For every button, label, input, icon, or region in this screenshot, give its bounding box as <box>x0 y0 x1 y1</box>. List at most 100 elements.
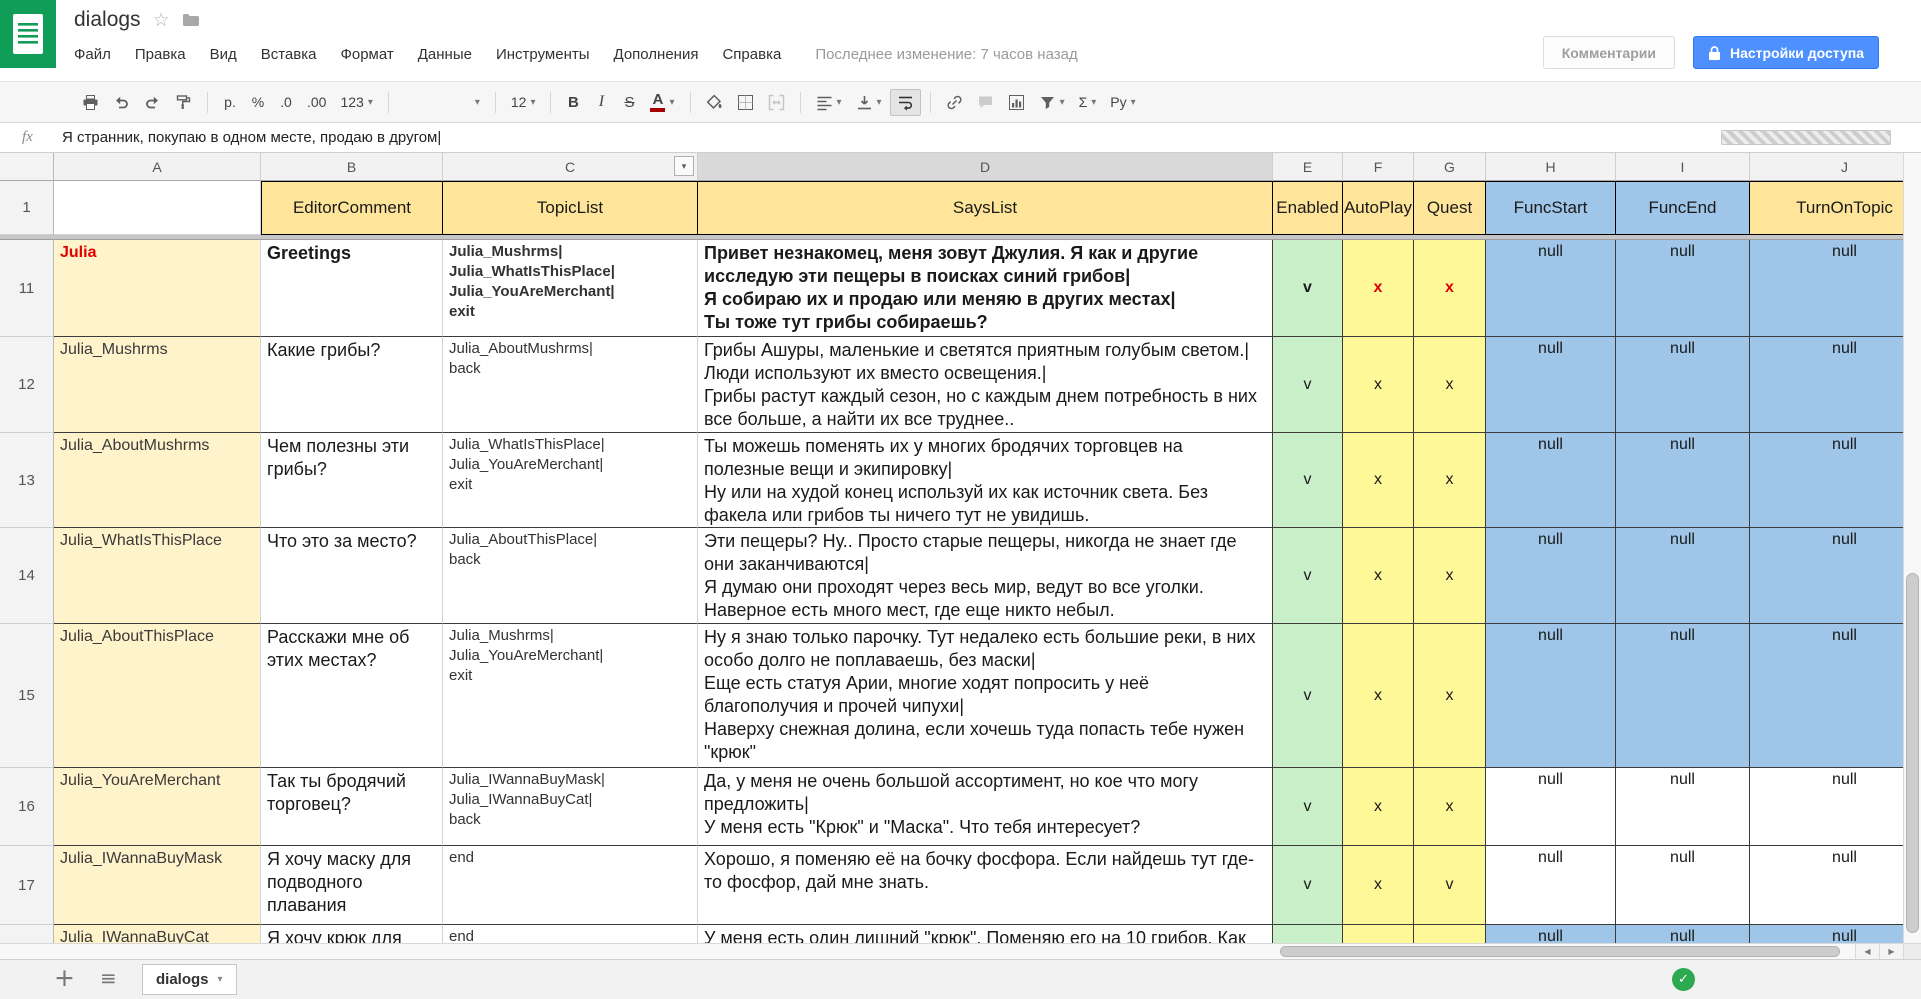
cell-B12[interactable]: Какие грибы? <box>261 337 443 433</box>
grid-corner[interactable] <box>0 153 54 181</box>
cell-E1[interactable]: Enabled <box>1273 181 1343 235</box>
cell-B15[interactable]: Расскажи мне об этих местах? <box>261 624 443 768</box>
cell-J12[interactable]: null <box>1750 337 1903 433</box>
cell-A11[interactable]: Julia <box>54 240 261 337</box>
row-header-15[interactable]: 15 <box>0 624 54 768</box>
cell-A12[interactable]: Julia_Mushrms <box>54 337 261 433</box>
paint-format-button[interactable] <box>169 89 198 116</box>
cell-H11[interactable]: null <box>1486 240 1616 337</box>
comments-button[interactable]: Комментарии <box>1543 36 1675 69</box>
menu-view[interactable]: Вид <box>210 46 237 63</box>
horizontal-scrollbar[interactable]: ◀ ▶ <box>0 943 1903 959</box>
cell-I11[interactable]: null <box>1616 240 1750 337</box>
insert-link-button[interactable] <box>940 89 969 116</box>
scroll-left-button[interactable]: ◀ <box>1855 944 1879 959</box>
cell-G17[interactable]: v <box>1414 846 1486 925</box>
strikethrough-button[interactable]: S <box>616 89 642 116</box>
menu-help[interactable]: Справка <box>722 46 781 63</box>
cell-G12[interactable]: x <box>1414 337 1486 433</box>
cell-G15[interactable]: x <box>1414 624 1486 768</box>
row-header-17[interactable]: 17 <box>0 846 54 925</box>
cell-I16[interactable]: null <box>1616 768 1750 846</box>
cell-F17[interactable]: x <box>1343 846 1414 925</box>
cell-G1[interactable]: Quest <box>1414 181 1486 235</box>
cell-I1[interactable]: FuncEnd <box>1616 181 1750 235</box>
cell-C15[interactable]: Julia_Mushrms| Julia_YouAreMerchant| exi… <box>443 624 698 768</box>
cell-E15[interactable]: v <box>1273 624 1343 768</box>
cell-B13[interactable]: Чем полезны эти грибы? <box>261 433 443 528</box>
cell-G18[interactable] <box>1414 925 1486 943</box>
row-header-13[interactable]: 13 <box>0 433 54 528</box>
text-color-button[interactable]: A ▾ <box>644 89 680 116</box>
folder-icon[interactable] <box>182 13 200 27</box>
col-header-C[interactable]: C▾ <box>443 153 698 181</box>
cell-D18[interactable]: У меня есть один лишний "крюк". Поменяю … <box>698 925 1273 943</box>
cell-C17[interactable]: end <box>443 846 698 925</box>
cell-B1[interactable]: EditorComment <box>261 181 443 235</box>
col-header-G[interactable]: G <box>1414 153 1486 181</box>
currency-format-button[interactable]: р. <box>217 89 243 116</box>
cell-A18[interactable]: Julia_IWannaBuyCat <box>54 925 261 943</box>
cell-B14[interactable]: Что это за место? <box>261 528 443 624</box>
cell-E18[interactable] <box>1273 925 1343 943</box>
undo-button[interactable] <box>107 89 136 116</box>
cell-E12[interactable]: v <box>1273 337 1343 433</box>
cell-F1[interactable]: AutoPlay <box>1343 181 1414 235</box>
scroll-right-button[interactable]: ▶ <box>1879 944 1903 959</box>
cell-C14[interactable]: Julia_AboutThisPlace| back <box>443 528 698 624</box>
filter-button[interactable]: ▾ <box>1033 89 1071 116</box>
cell-J16[interactable]: null <box>1750 768 1903 846</box>
cell-I17[interactable]: null <box>1616 846 1750 925</box>
menu-edit[interactable]: Правка <box>135 46 186 63</box>
row-header-16[interactable]: 16 <box>0 768 54 846</box>
vertical-scrollbar-thumb[interactable] <box>1906 573 1919 933</box>
cell-A14[interactable]: Julia_WhatIsThisPlace <box>54 528 261 624</box>
cell-A1[interactable] <box>54 181 261 235</box>
fill-color-button[interactable] <box>700 89 729 116</box>
cell-D16[interactable]: Да, у меня не очень большой ассортимент,… <box>698 768 1273 846</box>
formula-input[interactable]: Я странник, покупаю в одном месте, прода… <box>56 129 1921 146</box>
cell-J15[interactable]: null <box>1750 624 1903 768</box>
more-formats-button[interactable]: 123 ▾ <box>334 89 378 116</box>
cell-A15[interactable]: Julia_AboutThisPlace <box>54 624 261 768</box>
col-header-F[interactable]: F <box>1343 153 1414 181</box>
cell-C11[interactable]: Julia_Mushrms| Julia_WhatIsThisPlace| Ju… <box>443 240 698 337</box>
cell-A13[interactable]: Julia_AboutMushrms <box>54 433 261 528</box>
cell-G11[interactable]: x <box>1414 240 1486 337</box>
column-c-filter-button[interactable]: ▾ <box>674 156 694 176</box>
cell-E16[interactable]: v <box>1273 768 1343 846</box>
cell-I18[interactable]: null <box>1616 925 1750 943</box>
cell-D17[interactable]: Хорошо, я поменяю её на бочку фосфора. Е… <box>698 846 1273 925</box>
cell-C13[interactable]: Julia_WhatIsThisPlace| Julia_YouAreMerch… <box>443 433 698 528</box>
horizontal-align-button[interactable]: ▾ <box>810 89 848 116</box>
vertical-scrollbar[interactable] <box>1903 153 1921 943</box>
menu-data[interactable]: Данные <box>418 46 472 63</box>
add-sheet-button[interactable]: + <box>54 963 75 992</box>
cell-E14[interactable]: v <box>1273 528 1343 624</box>
cell-J11[interactable]: null <box>1750 240 1903 337</box>
vertical-align-button[interactable]: ▾ <box>850 89 888 116</box>
cell-H17[interactable]: null <box>1486 846 1616 925</box>
increase-decimal-button[interactable]: .00 <box>301 89 332 116</box>
cell-D15[interactable]: Ну я знаю только парочку. Тут недалеко е… <box>698 624 1273 768</box>
cell-H18[interactable]: null <box>1486 925 1616 943</box>
italic-button[interactable]: I <box>588 89 614 116</box>
col-header-J[interactable]: J <box>1750 153 1903 181</box>
cell-J14[interactable]: null <box>1750 528 1903 624</box>
row-header-1[interactable]: 1 <box>0 181 54 235</box>
percent-format-button[interactable]: % <box>245 89 271 116</box>
col-header-H[interactable]: H <box>1486 153 1616 181</box>
row-header-18[interactable]: 18 <box>0 925 54 943</box>
font-size-dropdown[interactable]: 12 ▾ <box>505 89 542 116</box>
cell-F14[interactable]: x <box>1343 528 1414 624</box>
cell-D11[interactable]: Привет незнакомец, меня зовут Джулия. Я … <box>698 240 1273 337</box>
functions-button[interactable]: Σ ▾ <box>1073 89 1103 116</box>
cell-D14[interactable]: Эти пещеры? Ну.. Просто старые пещеры, н… <box>698 528 1273 624</box>
cell-F11[interactable]: x <box>1343 240 1414 337</box>
menu-format[interactable]: Формат <box>340 46 393 63</box>
cell-H16[interactable]: null <box>1486 768 1616 846</box>
font-family-dropdown[interactable]: ▾ <box>398 89 486 116</box>
all-sheets-button[interactable]: ≡ <box>100 966 117 990</box>
cell-G13[interactable]: x <box>1414 433 1486 528</box>
cell-J18[interactable]: null <box>1750 925 1903 943</box>
